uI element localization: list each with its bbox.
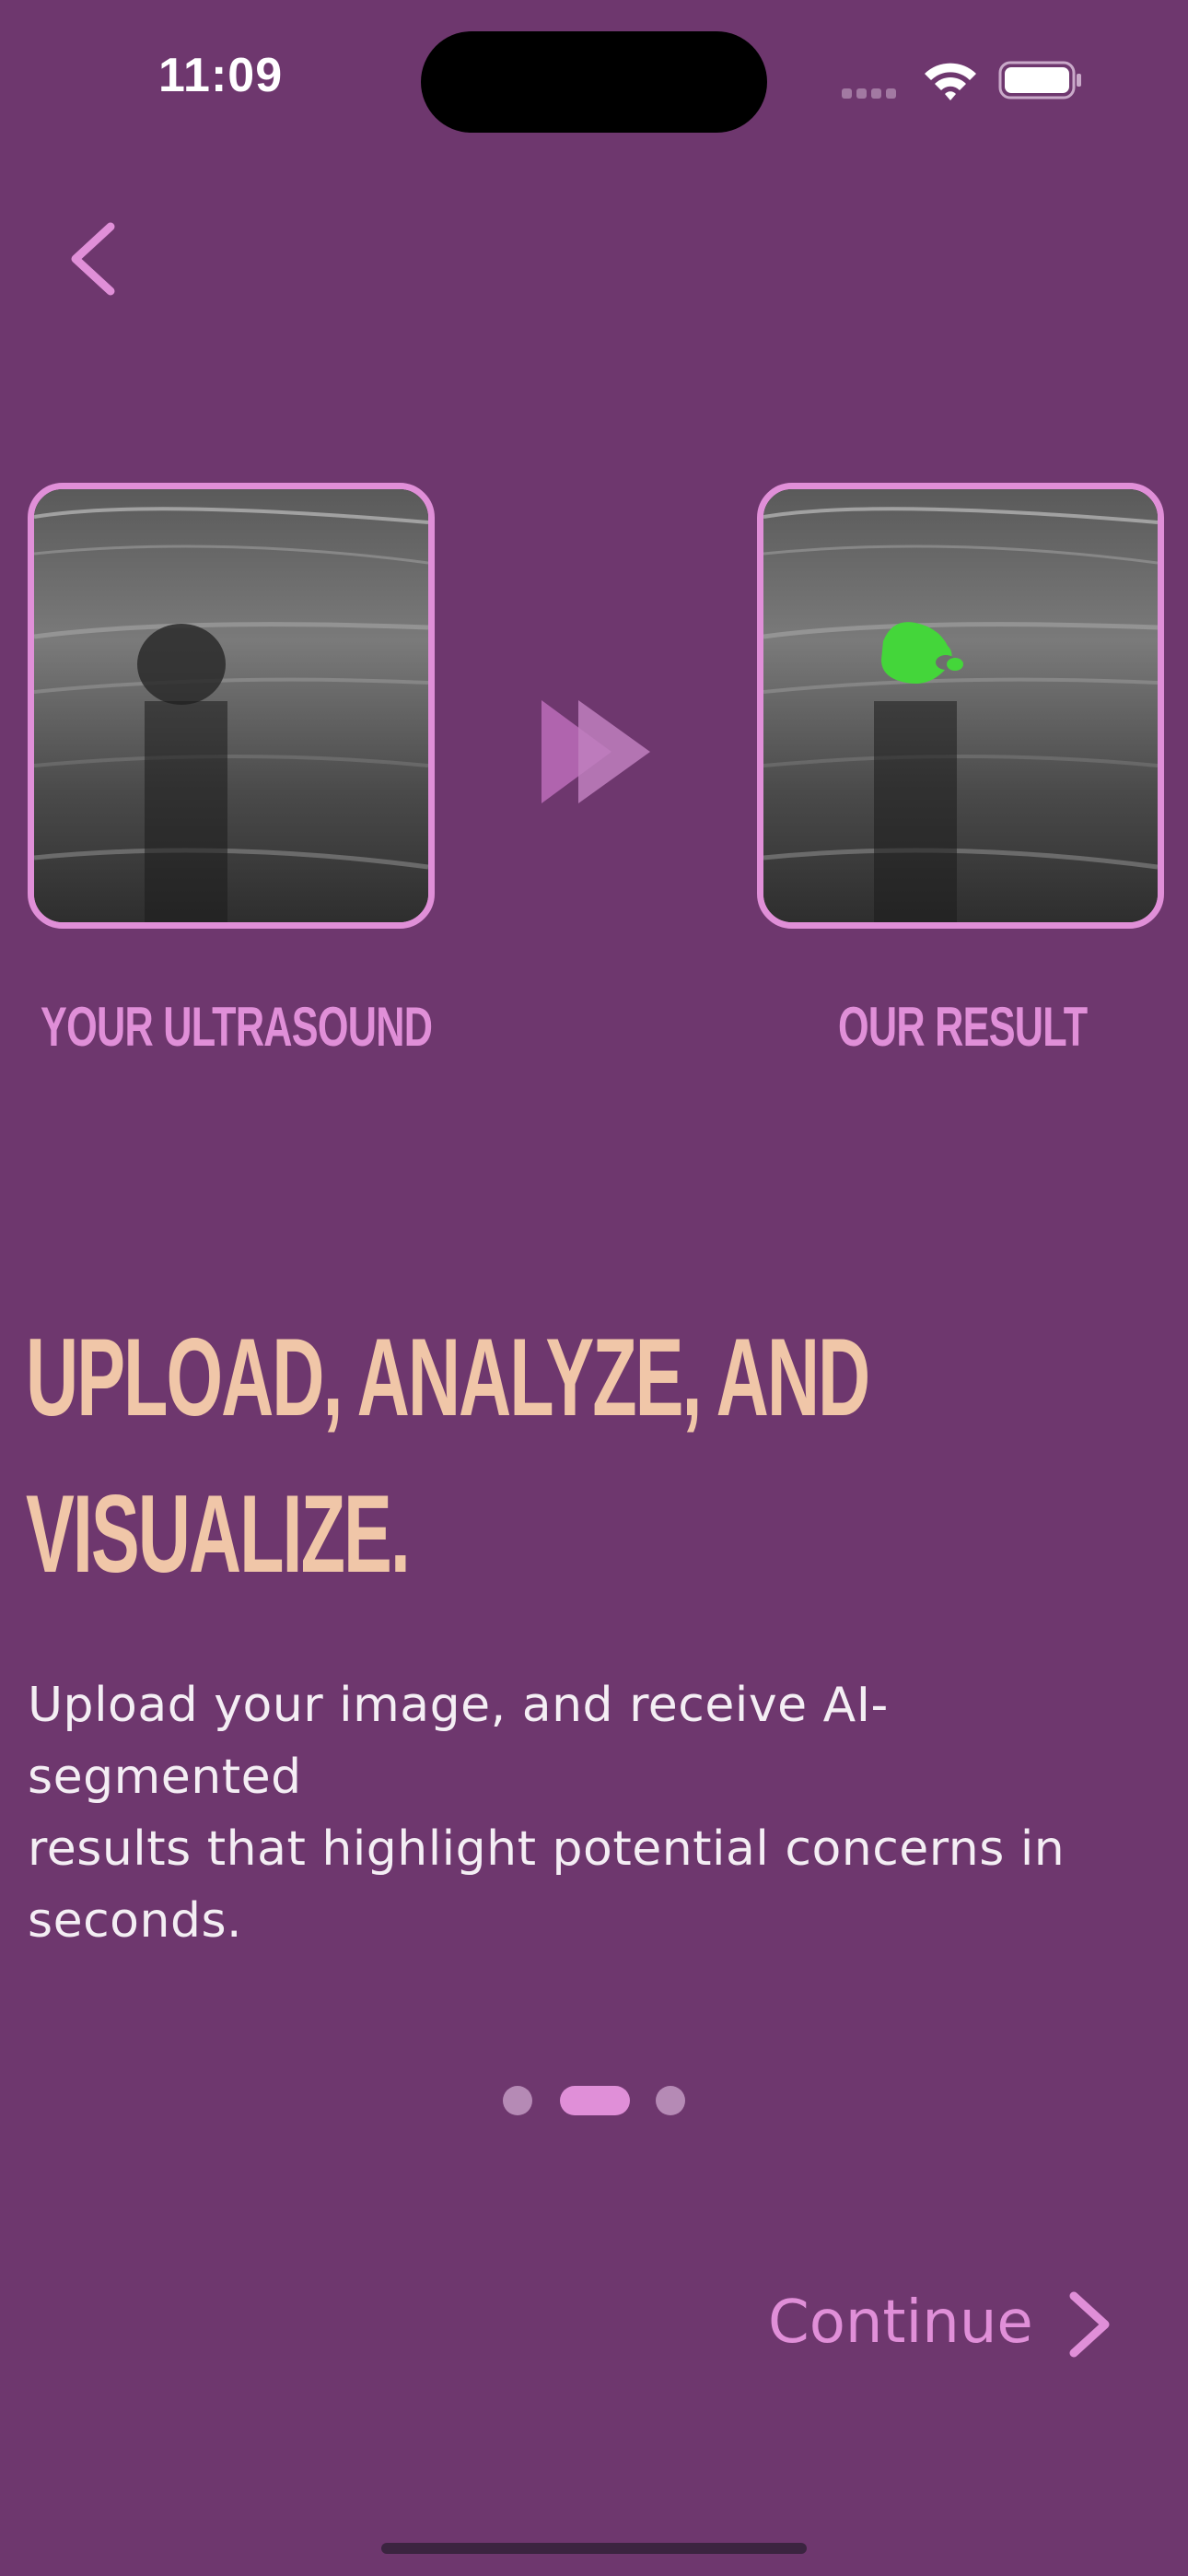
chevron-left-icon	[71, 222, 115, 296]
page-title: UPLOAD, ANALYZE, AND VISUALIZE.	[26, 1299, 870, 1612]
page-title-line-1: UPLOAD, ANALYZE, AND	[26, 1316, 870, 1439]
description: Upload your image, and receive AI-segmen…	[28, 1669, 1142, 1957]
cellular-signal-icon	[842, 85, 904, 99]
description-line-2: results that highlight potential concern…	[28, 1821, 1066, 1877]
back-button[interactable]	[64, 217, 129, 300]
result-caption: OUR RESULT	[838, 996, 1088, 1058]
home-indicator[interactable]	[381, 2543, 807, 2554]
wifi-icon	[921, 59, 980, 103]
ultrasound-image	[28, 483, 435, 929]
segmentation-result-image	[757, 483, 1164, 929]
status-time: 11:09	[158, 49, 284, 102]
dynamic-island	[421, 31, 767, 133]
battery-icon	[998, 61, 1083, 100]
page-title-line-2: VISUALIZE.	[26, 1472, 411, 1596]
fast-forward-icon	[534, 693, 658, 811]
description-line-3: seconds.	[28, 1893, 243, 1949]
page-dot-3[interactable]	[656, 2086, 685, 2115]
chevron-right-icon	[1069, 2291, 1110, 2358]
page-dot-2-active[interactable]	[560, 2086, 630, 2115]
continue-button[interactable]: Continue	[768, 2281, 1110, 2364]
page-dot-1[interactable]	[503, 2086, 532, 2115]
continue-label: Continue	[768, 2289, 1033, 2357]
description-line-1: Upload your image, and receive AI-segmen…	[28, 1678, 889, 1805]
ultrasound-caption: YOUR ULTRASOUND	[41, 996, 433, 1058]
